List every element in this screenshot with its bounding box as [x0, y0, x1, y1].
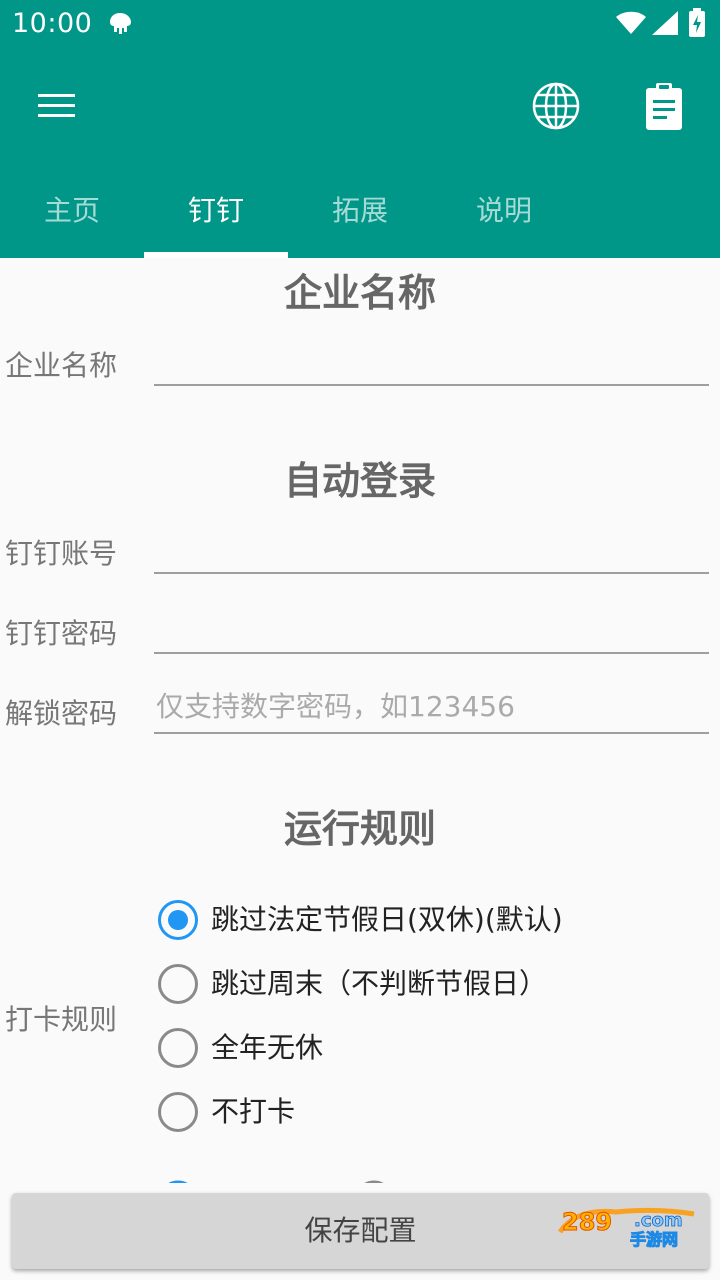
menu-icon[interactable]	[30, 82, 82, 128]
watermark-text: 手游网	[629, 1230, 679, 1250]
radio-label: 全年无休	[211, 1031, 324, 1064]
signal-icon	[652, 11, 678, 35]
globe-icon[interactable]	[528, 78, 584, 134]
tab-instructions[interactable]: 说明	[432, 170, 576, 258]
partial-next-row	[0, 1170, 720, 1183]
notification-app-icon	[110, 13, 131, 34]
tab-bar: 主页 钉钉 拓展 说明	[0, 170, 720, 258]
clipped-row-shapes	[168, 1180, 384, 1183]
radio-label: 跳过周末（不判断节假日）	[211, 967, 548, 1000]
app-bar: 10:00 主页 钉钉 拓展 说明	[0, 0, 720, 258]
punch-rule-label: 打卡规则	[5, 1003, 118, 1036]
radio-button[interactable]	[158, 1092, 198, 1132]
tab-dingtalk[interactable]: 钉钉	[144, 170, 288, 258]
wifi-icon	[616, 11, 646, 34]
dingtalk-account-input[interactable]	[154, 524, 709, 574]
dingtalk-password-label: 钉钉密码	[5, 617, 118, 650]
radio-label: 不打卡	[211, 1095, 296, 1128]
run-rules-section-title: 运行规则	[283, 807, 436, 851]
dingtalk-account-label: 钉钉账号	[5, 537, 118, 570]
radio-button[interactable]	[158, 1028, 198, 1068]
radio-button[interactable]	[158, 964, 198, 1004]
company-name-input[interactable]	[154, 336, 709, 386]
unlock-password-input[interactable]: 仅支持数字密码，如123456	[154, 684, 709, 734]
dingtalk-password-input[interactable]	[154, 604, 709, 654]
status-bar: 10:00	[0, 0, 720, 50]
radio-label: 跳过法定节假日(双休)(默认)	[211, 903, 563, 936]
battery-icon	[689, 8, 705, 37]
unlock-password-label: 解锁密码	[5, 697, 118, 730]
company-section-title: 企业名称	[283, 271, 436, 315]
tab-extension[interactable]: 拓展	[288, 170, 432, 258]
settings-content[interactable]: 企业名称 企业名称 自动登录 钉钉账号 钉钉密码 解锁密码 仅支持数字密码，如1…	[0, 258, 720, 1183]
tab-home[interactable]: 主页	[0, 170, 144, 258]
svg-text:289: 289	[562, 1208, 612, 1236]
company-name-label: 企业名称	[5, 349, 118, 382]
radio-button-checked[interactable]	[158, 900, 198, 940]
clipboard-icon[interactable]	[640, 80, 688, 132]
status-time: 10:00	[12, 8, 93, 39]
auto-login-section-title: 自动登录	[283, 459, 436, 503]
